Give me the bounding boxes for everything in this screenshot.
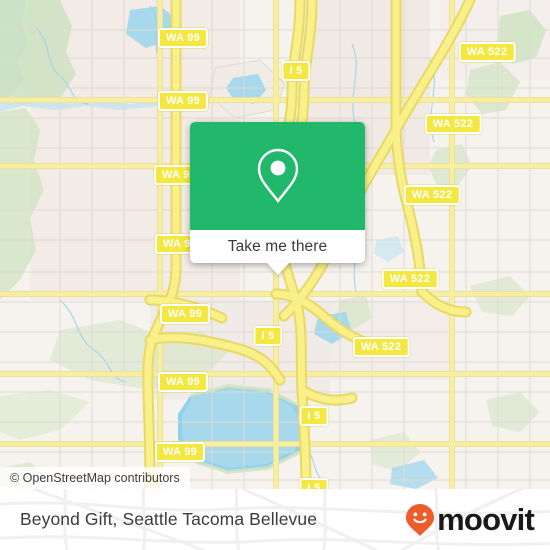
moovit-smiley-pin-icon: [406, 503, 435, 536]
road-shield: WA 99: [157, 91, 209, 111]
map-screenshot: WA 99 WA 522 I 5 WA 99 WA 522 WA 99 WA 522 WA 9…: [0, 0, 550, 550]
road-shield: WA 99: [154, 442, 206, 462]
road-shield: I 5: [281, 61, 311, 81]
road-shield: I 5: [253, 326, 283, 346]
road-shield: WA 99: [159, 304, 211, 324]
map-pin-icon: [257, 148, 298, 203]
road-shield: WA 522: [424, 114, 482, 134]
map-canvas[interactable]: WA 99 WA 522 I 5 WA 99 WA 522 WA 99 WA 522 WA 9…: [0, 0, 550, 489]
road-shield: WA 99: [157, 372, 209, 392]
moovit-wordmark: moovit: [437, 502, 535, 537]
footer-bar: Beyond Gift, Seattle Tacoma Bellevue moo…: [0, 489, 550, 550]
road-shield: WA 522: [352, 337, 410, 357]
moovit-brand[interactable]: moovit: [405, 489, 535, 550]
road-shield: WA 522: [403, 185, 461, 205]
callout-pointer: [265, 262, 290, 275]
openstreetmap-attribution[interactable]: © OpenStreetMap contributors: [0, 467, 190, 489]
location-callout-card[interactable]: Take me there: [190, 122, 365, 275]
callout-header: [190, 122, 365, 230]
road-shield: WA 99: [157, 28, 209, 48]
road-shield: WA 522: [458, 42, 516, 62]
take-me-there-button[interactable]: Take me there: [190, 230, 365, 263]
road-shield: WA 522: [381, 269, 439, 289]
road-shield: I 5: [299, 478, 329, 489]
road-shield: I 5: [299, 406, 329, 426]
place-title: Beyond Gift, Seattle Tacoma Bellevue: [20, 509, 318, 529]
